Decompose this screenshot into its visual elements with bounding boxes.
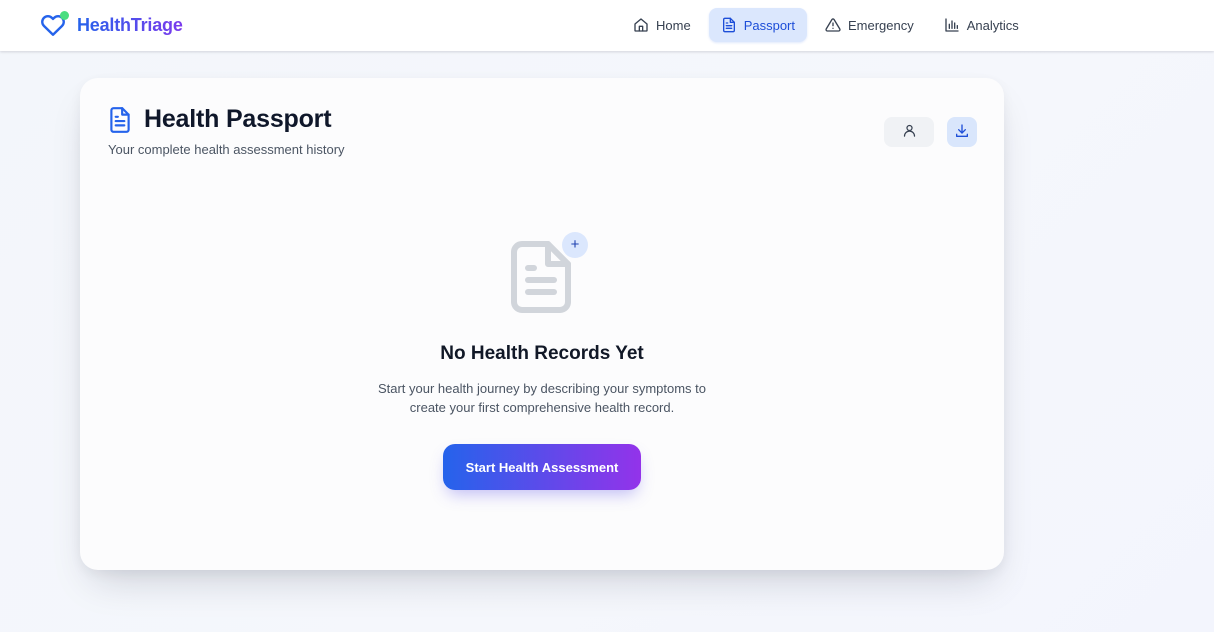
nav-label: Analytics bbox=[966, 17, 1019, 33]
status-dot bbox=[60, 11, 69, 20]
page-title: Health Passport bbox=[144, 105, 332, 133]
empty-state-message: Start your health journey by describing … bbox=[377, 381, 707, 415]
nav-label: Emergency bbox=[848, 17, 914, 33]
start-assessment-button[interactable]: Start Health Assessment bbox=[443, 444, 641, 490]
home-icon bbox=[633, 17, 649, 33]
brand-name: HealthTriage bbox=[77, 14, 183, 35]
add-badge: + bbox=[562, 232, 588, 258]
nav-emergency[interactable]: Emergency bbox=[813, 8, 926, 42]
document-icon bbox=[107, 106, 133, 139]
health-passport-card: Health Passport Your complete health ass… bbox=[80, 78, 1004, 570]
warning-triangle-icon bbox=[825, 17, 841, 33]
nav-passport[interactable]: Passport bbox=[708, 8, 807, 42]
profile-button[interactable] bbox=[884, 117, 934, 147]
brand[interactable]: HealthTriage bbox=[40, 8, 183, 42]
nav-label: Home bbox=[656, 17, 691, 33]
download-button[interactable] bbox=[947, 117, 977, 147]
user-icon bbox=[902, 123, 917, 141]
download-icon bbox=[954, 123, 970, 142]
nav-home[interactable]: Home bbox=[621, 8, 703, 42]
nav-label: Passport bbox=[743, 17, 795, 33]
nav-analytics[interactable]: Analytics bbox=[932, 8, 1031, 42]
page-subtitle: Your complete health assessment history bbox=[108, 142, 345, 157]
main-nav: Home Passport Emergency Analytics bbox=[621, 8, 1031, 42]
top-navbar: HealthTriage Home Passport Emergency Ana… bbox=[0, 0, 1214, 51]
heart-icon bbox=[40, 11, 69, 39]
document-icon bbox=[721, 17, 737, 33]
empty-state-title: No Health Records Yet bbox=[440, 343, 644, 364]
empty-state-illustration: + bbox=[510, 232, 590, 316]
bar-chart-icon bbox=[944, 17, 960, 33]
